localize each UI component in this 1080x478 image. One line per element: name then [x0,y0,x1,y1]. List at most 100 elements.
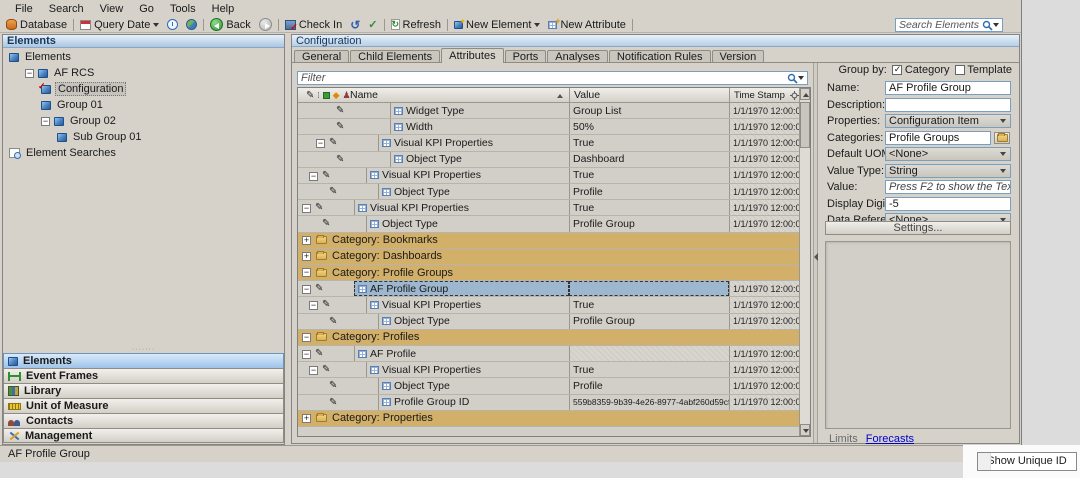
forward-button[interactable] [255,17,276,32]
row-expander-icon[interactable]: − [316,139,325,148]
menu-item-file[interactable]: File [8,2,40,16]
refresh-button[interactable]: Refresh [387,17,446,32]
diamond-column-icon[interactable]: ◆ [333,90,340,101]
field-description-input[interactable] [885,98,1011,112]
attribute-name-cell[interactable]: Profile Group ID [378,395,569,410]
attribute-name-cell[interactable]: Object Type [390,152,569,167]
attribute-row[interactable]: −✎Visual KPI PropertiesTrue1/1/1970 12:0… [298,297,799,313]
attribute-name-cell[interactable]: Object Type [378,378,569,393]
row-expander-icon[interactable]: − [302,268,311,277]
database-button[interactable]: Database [2,17,71,32]
back-button[interactable]: Back [206,17,254,32]
undo-checkout-button[interactable]: ↺ [346,17,364,32]
filter-input[interactable]: Filter [297,71,808,85]
edit-column-icon[interactable]: ✎ [306,91,314,101]
attribute-value-cell[interactable]: Profile Group [569,216,729,231]
attribute-name-cell[interactable]: AF Profile Group [354,281,569,296]
attribute-value-cell[interactable]: True [569,135,729,150]
attribute-row[interactable]: ✎Object TypeDashboard1/1/1970 12:00:0... [298,152,799,168]
row-expander-icon[interactable]: + [302,414,311,423]
group-by-template-checkbox[interactable]: Template [955,64,1013,76]
attribute-value-cell[interactable] [569,346,729,361]
column-header-name[interactable]: Name [346,88,569,103]
nav-button-unit-of-measure[interactable]: Unit of Measure [3,398,284,413]
attribute-row[interactable]: −✎Visual KPI PropertiesTrue1/1/1970 12:0… [298,135,799,151]
field-value-type-dropdown[interactable]: String [885,164,1011,178]
row-expander-icon[interactable]: − [302,204,311,213]
attribute-row[interactable]: ✎Width50%1/1/1970 12:00:0... [298,119,799,135]
attribute-name-cell[interactable]: Widget Type [390,103,569,118]
row-expander-icon[interactable]: + [302,252,311,261]
scroll-down-button[interactable] [800,424,810,436]
check-in-button[interactable]: Check In [281,17,346,32]
menu-item-tools[interactable]: Tools [163,2,203,16]
attribute-value-cell[interactable]: Group List [569,103,729,118]
tree-item-configuration[interactable]: Configuration [3,81,284,97]
category-row[interactable]: −Category: Profile Groups [298,265,799,281]
attribute-row[interactable]: ✎Object TypeProfile1/1/1970 12:00:0... [298,184,799,200]
attribute-value-cell[interactable] [569,281,729,296]
attribute-row[interactable]: ✎Object TypeProfile1/1/1970 12:00:0... [298,378,799,394]
row-expander-icon[interactable]: − [302,285,311,294]
field-display-digits-input[interactable]: -5 [885,197,1011,211]
attribute-row[interactable]: −✎AF Profile Group1/1/1970 12:00:0... [298,281,799,297]
field-categories-input[interactable]: Profile Groups [885,131,991,145]
order-column-icon[interactable]: ⁞ [317,91,319,100]
new-element-button[interactable]: New Element [450,17,544,32]
menu-item-help[interactable]: Help [205,2,242,16]
timezone-button[interactable] [182,17,201,32]
attribute-row[interactable]: ✎Profile Group ID559b8359-9b39-4e26-8977… [298,395,799,411]
attribute-value-cell[interactable]: Dashboard [569,152,729,167]
row-expander-icon[interactable]: − [309,366,318,375]
field-name-input[interactable]: AF Profile Group [885,81,1011,95]
column-settings-gear-icon[interactable] [790,91,799,100]
row-expander-icon[interactable]: − [302,333,311,342]
attribute-name-cell[interactable]: Visual KPI Properties [366,168,569,183]
attribute-value-cell[interactable]: Profile [569,184,729,199]
tree-item-elements[interactable]: Elements [3,49,284,65]
field-properties-dropdown[interactable]: Configuration Item [885,114,1011,128]
attribute-row[interactable]: −✎Visual KPI PropertiesTrue1/1/1970 12:0… [298,362,799,378]
tree-item-group-02[interactable]: −Group 02 [3,113,284,129]
tab-attributes[interactable]: Attributes [441,48,503,63]
category-row[interactable]: +Category: Dashboards [298,249,799,265]
attribute-name-cell[interactable]: Object Type [366,216,569,231]
nav-button-contacts[interactable]: Contacts [3,413,284,428]
apply-button[interactable]: ✓ [364,17,381,32]
column-header-value[interactable]: Value [569,88,729,103]
menu-item-view[interactable]: View [93,2,131,16]
group-by-category-checkbox[interactable]: Category [892,64,950,76]
row-expander-icon[interactable]: + [302,236,311,245]
attribute-row[interactable]: ✎Object TypeProfile Group1/1/1970 12:00:… [298,314,799,330]
show-unique-id-menu-item[interactable]: Show Unique ID [977,452,1077,471]
attribute-value-cell[interactable]: True [569,362,729,377]
attribute-value-cell[interactable]: 559b8359-9b39-4e26-8977-4abf260d59cf [569,395,729,410]
forecasts-link[interactable]: Forecasts [866,433,914,445]
tree-item-sub-group-01[interactable]: Sub Group 01 [3,129,284,145]
attribute-row[interactable]: ✎Object TypeProfile Group1/1/1970 12:00:… [298,216,799,232]
row-expander-icon[interactable]: − [309,301,318,310]
nav-button-management[interactable]: Management [3,428,284,443]
nav-button-event-frames[interactable]: Event Frames [3,368,284,383]
attribute-name-cell[interactable]: Visual KPI Properties [366,362,569,377]
menu-item-search[interactable]: Search [42,2,91,16]
scroll-up-button[interactable] [800,88,810,100]
nav-button-library[interactable]: Library [3,383,284,398]
attribute-value-cell[interactable]: Profile Group [569,314,729,329]
attribute-name-cell[interactable]: Object Type [378,314,569,329]
field-value-input[interactable]: Press F2 to show the Text Visualizer dia… [885,180,1011,194]
attribute-name-cell[interactable]: Visual KPI Properties [354,200,569,215]
panel-splitter[interactable] [813,63,818,443]
tree-item-element-searches[interactable]: Element Searches [3,145,284,161]
attribute-value-cell[interactable]: 50% [569,119,729,134]
settings-button[interactable]: Settings... [825,221,1011,235]
attribute-row[interactable]: −✎Visual KPI PropertiesTrue1/1/1970 12:0… [298,168,799,184]
row-expander-icon[interactable]: − [302,350,311,359]
category-row[interactable]: −Category: Profiles [298,330,799,346]
attribute-name-cell[interactable]: AF Profile [354,346,569,361]
tree-expander-icon[interactable]: − [25,69,34,78]
query-date-button[interactable]: Query Date [76,17,163,32]
category-row[interactable]: +Category: Bookmarks [298,233,799,249]
template-column-icon[interactable] [323,92,330,99]
column-header-timestamp[interactable]: Time Stamp [729,88,801,103]
